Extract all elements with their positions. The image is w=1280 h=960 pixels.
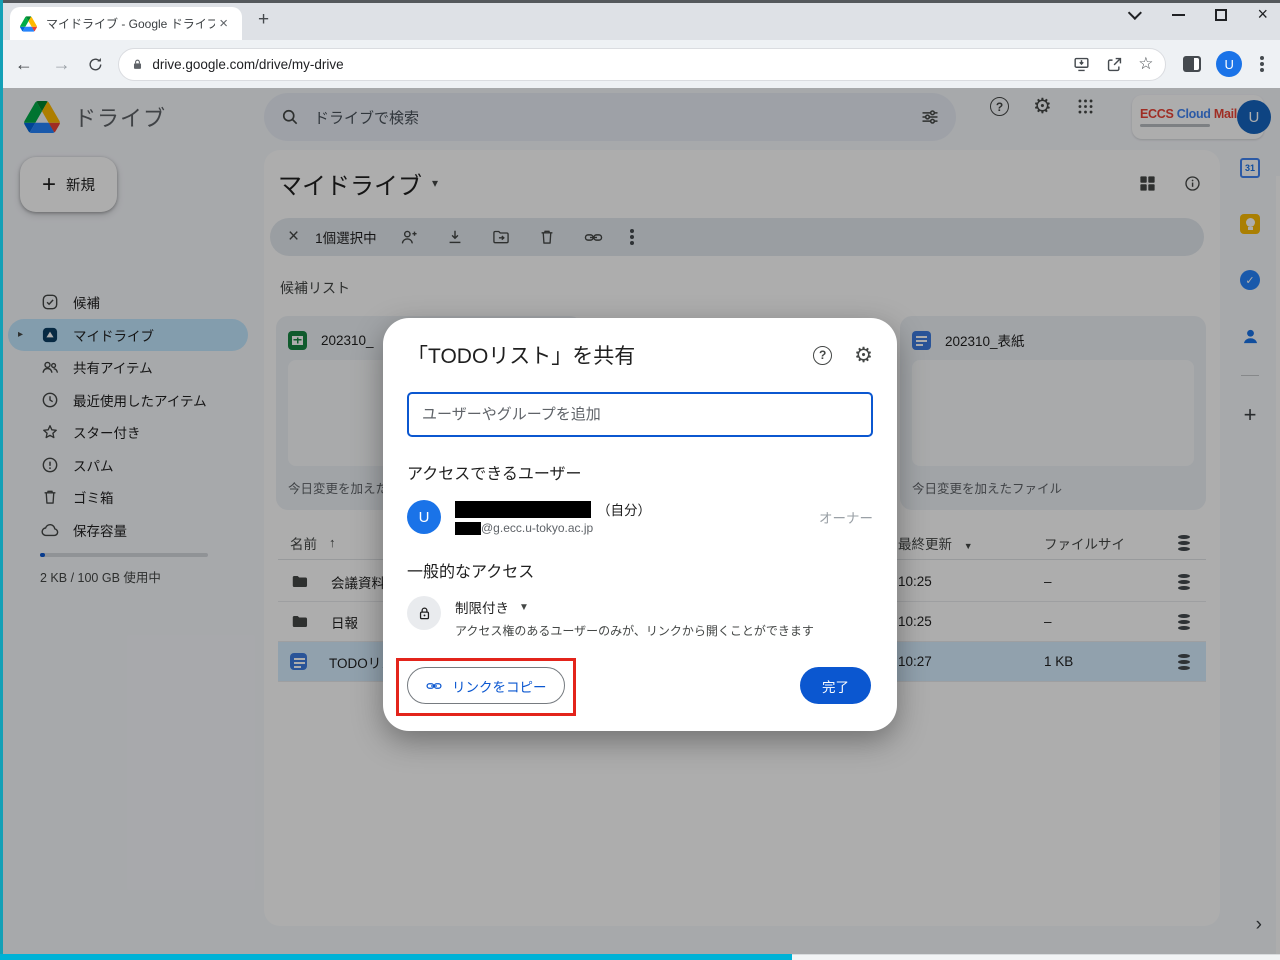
url-text: drive.google.com/drive/my-drive [152,57,1072,72]
page-actions: ☆ [1072,54,1153,74]
back-button[interactable]: ← [10,54,38,75]
reload-button[interactable] [87,56,104,73]
owner-row: U （自分） @g.ecc.u-tokyo.ac.jp オーナー [407,499,873,535]
dropdown-caret-icon[interactable]: ▼ [519,602,529,613]
lock-icon [407,596,441,630]
dialog-title: 「TODOリスト」を共有 [407,340,813,370]
browser-avatar[interactable]: U [1216,51,1242,77]
browser-menu-icon[interactable] [1260,62,1264,66]
maximize-button[interactable] [1215,9,1227,21]
restricted-description: アクセス権のあるユーザーのみが、リンクから開くことができます [455,622,814,639]
minimize-button[interactable] [1172,14,1185,16]
screen: マイドライブ - Google ドライブ × + × ← → drive.goo… [0,0,1280,960]
window-controls: × [1132,4,1268,25]
screen-top-edge [0,0,1280,3]
general-access-heading: 一般的なアクセス [407,558,873,582]
add-people-input[interactable] [407,392,873,437]
dialog-help-icon[interactable]: ? [813,346,832,365]
access-heading: アクセスできるユーザー [407,460,873,484]
address-bar[interactable]: drive.google.com/drive/my-drive ☆ [118,48,1166,81]
tab-title: マイドライブ - Google ドライブ [46,15,215,32]
done-button[interactable]: 完了 [800,667,871,704]
forward-button[interactable]: → [48,54,76,75]
browser-tab[interactable]: マイドライブ - Google ドライブ × [10,7,242,40]
drive-favicon [20,16,37,32]
redacted-email-bar [455,522,481,535]
screen-left-edge [0,0,3,960]
general-access-row: 制限付き ▼ アクセス権のあるユーザーのみが、リンクから開くことができます [407,596,873,639]
tab-close-icon[interactable]: × [215,14,232,33]
redacted-name-bar [455,501,591,518]
annotation-highlight-box [396,658,576,716]
share-icon[interactable] [1105,55,1124,74]
bookmark-star-icon[interactable]: ☆ [1138,54,1153,74]
install-icon[interactable] [1072,55,1091,74]
dialog-settings-icon[interactable]: ⚙ [854,345,873,366]
screen-bottom-edge [0,954,1280,960]
owner-avatar: U [407,500,441,534]
owner-role-label: オーナー [819,507,873,527]
https-lock-icon [131,58,144,71]
new-tab-button[interactable]: + [258,11,269,29]
owner-self-label: （自分） [597,499,651,519]
tab-search-chevron-icon[interactable] [1128,5,1142,19]
side-panel-icon[interactable] [1183,56,1201,72]
owner-email-domain: @g.ecc.u-tokyo.ac.jp [481,521,593,535]
close-window-button[interactable]: × [1257,4,1268,25]
restricted-dropdown[interactable]: 制限付き [455,597,509,617]
browser-toolbar: ← → drive.google.com/drive/my-drive [0,40,1280,88]
browser-tab-bar: マイドライブ - Google ドライブ × + × [0,0,1280,40]
